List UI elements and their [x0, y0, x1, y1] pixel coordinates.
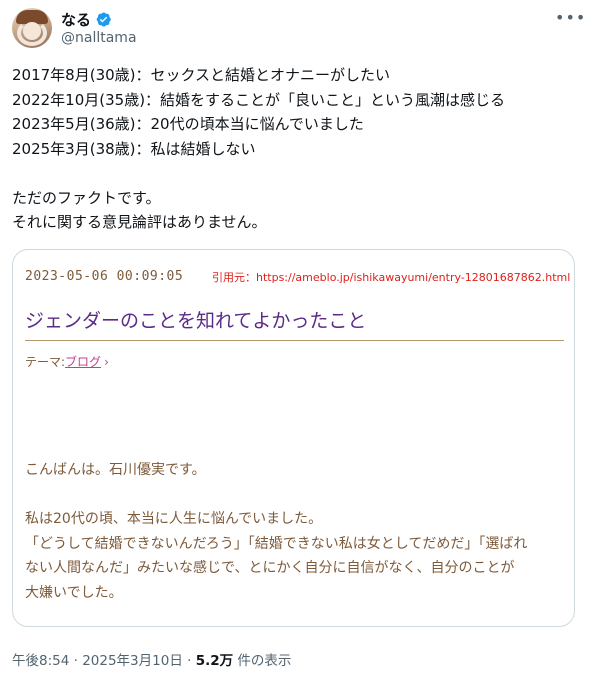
- quote-divider: [25, 340, 564, 341]
- display-name[interactable]: なる: [61, 9, 91, 30]
- tweet-line: それに関する意見論評はありません。: [12, 213, 267, 231]
- handle[interactable]: @nalltama: [61, 30, 137, 46]
- tweet-line: ただのファクトです。: [12, 188, 161, 207]
- tweet-text: 2017年8月(30歳)：セックスと結婚とオナニーがしたい 2022年10月(3…: [12, 63, 578, 235]
- view-count: 5.2万: [195, 653, 234, 669]
- view-count-label: 件の表示: [233, 653, 292, 669]
- avatar[interactable]: [12, 8, 52, 48]
- quote-source: 引用元：https://ameblo.jp/ishikawayumi/entry…: [212, 271, 571, 284]
- theme-label: テーマ:: [25, 355, 66, 369]
- quote-card[interactable]: 2023-05-06 00:09:05 引用元：https://ameblo.j…: [12, 249, 575, 627]
- quote-blank-line: [25, 483, 565, 508]
- tweet-line: 2022年10月(35歳)：結婚をすることが「良いこと」という風潮は感じる: [12, 90, 506, 109]
- quote-body-line: 私は20代の頃、本当に人生に悩んでいました。: [25, 511, 323, 527]
- tweet-time[interactable]: 午後8:54: [12, 653, 69, 669]
- quote-body-line: こんばんは。石川優実です。: [25, 462, 206, 478]
- tweet-line: 2017年8月(30歳)：セックスと結婚とオナニーがしたい: [12, 66, 391, 84]
- quote-body: こんばんは。石川優実です。 私は20代の頃、本当に人生に悩んでいました。 「どう…: [25, 458, 565, 605]
- verified-badge-icon: [96, 12, 111, 27]
- quote-body-line: 大嫌いでした。: [25, 584, 123, 601]
- quote-date: 2023-05-06 00:09:05: [25, 269, 184, 284]
- more-icon[interactable]: •••: [555, 10, 585, 26]
- quote-theme: テーマ:ブログ ›: [25, 353, 109, 370]
- tweet-line: 2023年5月(36歳)：20代の頃本当に悩んでいました: [12, 115, 364, 133]
- quote-title: ジェンダーのことを知れてよかったこと: [25, 310, 367, 332]
- author-name-row: なる: [61, 9, 112, 30]
- tweet-line: 2025年3月(38歳)：私は結婚しない: [12, 139, 256, 158]
- quote-body-line: 「どうして結婚できないんだろう」「結婚できない私は女としてだめだ」「選ばれ: [25, 535, 528, 552]
- tweet-date[interactable]: 2025年3月10日: [82, 653, 183, 669]
- tweet-meta: 午後8:54 · 2025年3月10日 · 5.2万 件の表示: [12, 649, 291, 669]
- chevron-right-icon: ›: [104, 355, 109, 369]
- meta-separator: ·: [69, 653, 83, 669]
- meta-separator: ·: [182, 653, 196, 669]
- quote-body-line: ない人間なんだ」みたいな感じで、とにかく自分に自信がなく、自分のことが: [25, 560, 515, 576]
- theme-link[interactable]: ブログ: [65, 355, 101, 369]
